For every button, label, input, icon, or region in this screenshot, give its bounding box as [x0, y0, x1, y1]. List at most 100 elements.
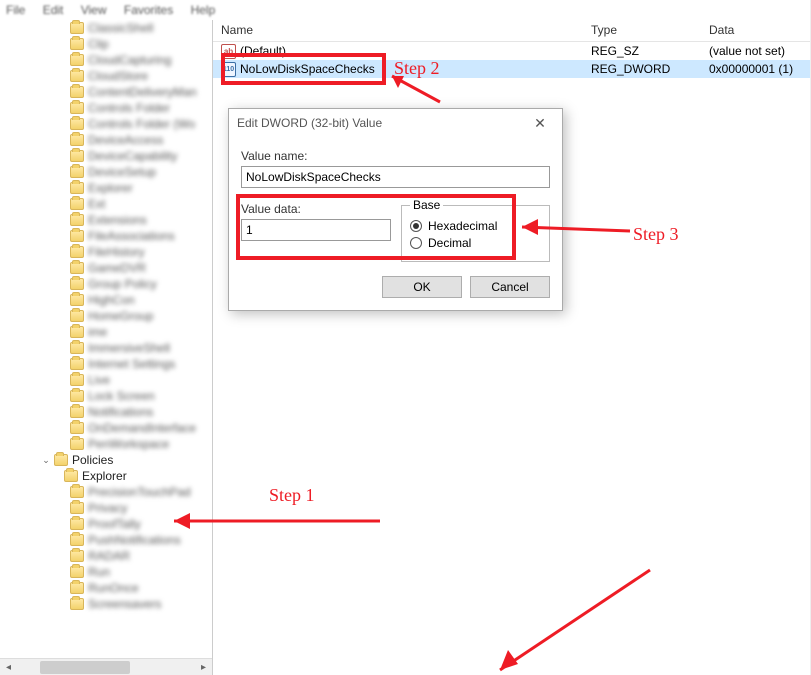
folder-icon [70, 22, 84, 34]
radio-label: Decimal [428, 236, 471, 250]
tree-item[interactable]: FileAssociations [88, 229, 175, 243]
menu-file[interactable]: File [6, 3, 25, 17]
scroll-left-icon[interactable]: ◂ [0, 659, 17, 675]
menu-help[interactable]: Help [191, 3, 216, 17]
tree-item[interactable]: DeviceCapability [88, 149, 177, 163]
tree-item[interactable]: DeviceAccess [88, 133, 163, 147]
folder-icon [70, 38, 84, 50]
radio-icon [410, 220, 422, 232]
value-name: NoLowDiskSpaceChecks [240, 62, 375, 76]
tree-item[interactable]: OnDemandInterface [88, 421, 196, 435]
dialog-titlebar[interactable]: Edit DWORD (32-bit) Value ✕ [229, 109, 562, 137]
tree-item[interactable]: HighCon [88, 293, 135, 307]
tree-item[interactable]: PushNotifications [88, 533, 181, 547]
tree-item[interactable]: Ext [88, 197, 105, 211]
list-header[interactable]: Name Type Data [213, 20, 810, 42]
horizontal-scrollbar[interactable]: ◂ ▸ [0, 658, 212, 675]
tree-item[interactable]: ContentDeliveryMan [88, 85, 197, 99]
folder-icon [70, 406, 84, 418]
tree-item[interactable]: ime [88, 325, 107, 339]
tree-item[interactable]: ImmersiveShell [88, 341, 170, 355]
dword-value-icon: 110 [221, 62, 236, 77]
tree-label: Policies [72, 453, 113, 467]
tree-item[interactable]: HomeGroup [88, 309, 153, 323]
tree-item[interactable]: Controls Folder (Wo [88, 117, 195, 131]
scroll-right-icon[interactable]: ▸ [195, 659, 212, 675]
expander-icon[interactable]: ⌄ [40, 454, 52, 466]
tree-item[interactable]: Clip [88, 37, 109, 51]
folder-icon [70, 326, 84, 338]
folder-icon [54, 454, 68, 466]
folder-icon [70, 534, 84, 546]
folder-icon [70, 70, 84, 82]
tree-item[interactable]: DeviceSetup [88, 165, 156, 179]
column-header-data[interactable]: Data [701, 20, 810, 41]
folder-icon [70, 214, 84, 226]
folder-icon [70, 294, 84, 306]
folder-icon [70, 134, 84, 146]
tree-item[interactable]: Lock Screen [88, 389, 155, 403]
folder-icon [70, 198, 84, 210]
close-icon[interactable]: ✕ [526, 115, 554, 132]
ok-button[interactable]: OK [382, 276, 462, 298]
menu-view[interactable]: View [81, 3, 107, 17]
value-data: (value not set) [701, 44, 810, 58]
menu-edit[interactable]: Edit [43, 3, 64, 17]
tree-item[interactable]: Run [88, 565, 110, 579]
scroll-thumb[interactable] [40, 661, 130, 674]
tree-pane[interactable]: // no-op placeholder; blurred rows are s… [0, 20, 213, 675]
list-row-selected[interactable]: 110NoLowDiskSpaceChecks REG_DWORD 0x0000… [213, 60, 810, 78]
cancel-button[interactable]: Cancel [470, 276, 550, 298]
tree-item[interactable]: FileHistory [88, 245, 145, 259]
tree-item[interactable]: Explorer [88, 181, 133, 195]
string-value-icon: ab [221, 44, 236, 59]
tree-item[interactable]: Live [88, 373, 110, 387]
folder-icon [70, 374, 84, 386]
radio-decimal[interactable]: Decimal [410, 236, 541, 250]
folder-icon [70, 566, 84, 578]
tree-item[interactable]: GameDVR [88, 261, 146, 275]
column-header-type[interactable]: Type [583, 20, 701, 41]
tree-item[interactable]: RADAR [88, 549, 130, 563]
value-data-label: Value data: [241, 202, 391, 216]
tree-item[interactable]: ClassicShell [88, 21, 153, 35]
list-row[interactable]: ab(Default) REG_SZ (value not set) [213, 42, 810, 60]
folder-icon [70, 118, 84, 130]
column-header-name[interactable]: Name [213, 20, 583, 41]
tree-item[interactable]: RunOnce [88, 581, 139, 595]
tree-item[interactable]: PrecisionTouchPad [88, 485, 191, 499]
value-name-input[interactable] [241, 166, 550, 188]
folder-icon [70, 358, 84, 370]
tree-item-explorer[interactable]: Explorer [0, 468, 212, 484]
tree-item[interactable]: Controls Folder [88, 101, 170, 115]
value-data-input[interactable] [241, 219, 391, 241]
tree-item[interactable]: CloudCapturing [88, 53, 171, 67]
folder-icon [70, 262, 84, 274]
tree-item-policies[interactable]: ⌄ Policies [0, 452, 212, 468]
regedit-window: File Edit View Favorites Help // no-op p… [0, 0, 811, 675]
folder-icon [70, 598, 84, 610]
tree-item[interactable]: Group Policy [88, 277, 157, 291]
value-type: REG_DWORD [583, 62, 701, 76]
value-type: REG_SZ [583, 44, 701, 58]
tree-item[interactable]: ProofTally [88, 517, 141, 531]
folder-icon [70, 86, 84, 98]
tree-item[interactable]: Screensavers [88, 597, 161, 611]
folder-icon [70, 390, 84, 402]
base-fieldset: Base Hexadecimal Decimal [401, 198, 550, 262]
folder-icon [64, 470, 78, 482]
dialog-title-text: Edit DWORD (32-bit) Value [237, 116, 382, 130]
folder-icon [70, 182, 84, 194]
tree-item[interactable]: Privacy [88, 501, 127, 515]
menu-favorites[interactable]: Favorites [124, 3, 173, 17]
folder-icon [70, 278, 84, 290]
radio-hexadecimal[interactable]: Hexadecimal [410, 219, 541, 233]
tree-item[interactable]: Internet Settings [88, 357, 175, 371]
tree-item[interactable]: Notifications [88, 405, 153, 419]
tree-item[interactable]: Extensions [88, 213, 147, 227]
tree-item[interactable]: CloudStore [88, 69, 148, 83]
tree-item[interactable]: PenWorkspace [88, 437, 169, 451]
menu-bar[interactable]: File Edit View Favorites Help [0, 0, 810, 20]
folder-icon [70, 150, 84, 162]
radio-label: Hexadecimal [428, 219, 497, 233]
